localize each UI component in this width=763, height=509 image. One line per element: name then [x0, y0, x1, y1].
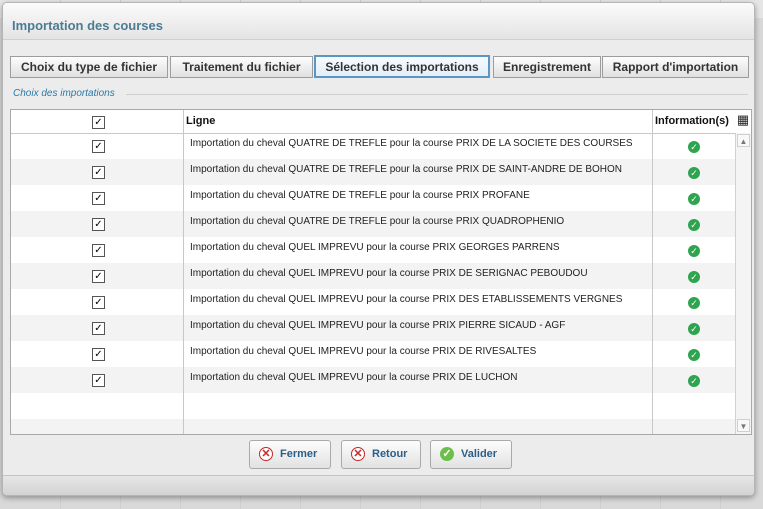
table-row[interactable]: ✓ Importation du cheval QUEL IMPREVU pour… [11, 237, 735, 263]
check-circle-icon: ✓ [688, 297, 700, 309]
grid-header: ✓ Ligne Information(s) ▦ [11, 110, 751, 134]
check-circle-icon: ✓ [688, 193, 700, 205]
column-chooser-icon[interactable]: ▦ [736, 112, 750, 128]
tab-selection-importations[interactable]: Sélection des importations [314, 55, 490, 78]
row-ligne-text: Importation du cheval QUATRE DE TREFLE p… [190, 190, 530, 201]
row-checkbox[interactable]: ✓ [92, 322, 105, 335]
row-ligne-text: Importation du cheval QUEL IMPREVU pour … [190, 346, 537, 357]
fermer-button[interactable]: ✕ Fermer [249, 440, 331, 469]
retour-button[interactable]: ✕ Retour [341, 440, 421, 469]
column-header-information[interactable]: Information(s) [655, 110, 735, 133]
row-ligne-text: Importation du cheval QUATRE DE TREFLE p… [190, 164, 622, 175]
table-row[interactable]: ✓ Importation du cheval QUEL IMPREVU pour… [11, 315, 735, 341]
check-circle-icon: ✓ [688, 219, 700, 231]
check-circle-icon: ✓ [688, 245, 700, 257]
tab-enregistrement[interactable]: Enregistrement [493, 56, 601, 78]
table-row[interactable]: ✓ Importation du cheval QUATRE DE TREFLE … [11, 211, 735, 237]
check-circle-icon: ✓ [688, 323, 700, 335]
column-divider [183, 110, 184, 434]
row-checkbox[interactable]: ✓ [92, 218, 105, 231]
imports-grid: ✓ Ligne Information(s) ▦ ✓ Importation du… [10, 109, 752, 435]
empty-row [11, 393, 735, 419]
check-circle-icon: ✓ [688, 375, 700, 387]
select-all-checkbox[interactable]: ✓ [92, 116, 105, 129]
table-row[interactable]: ✓ Importation du cheval QUATRE DE TREFLE … [11, 185, 735, 211]
scroll-up-icon[interactable]: ▲ [737, 134, 750, 147]
check-circle-icon: ✓ [440, 447, 454, 461]
valider-button[interactable]: ✓ Valider [430, 440, 512, 469]
check-circle-icon: ✓ [688, 141, 700, 153]
row-checkbox[interactable]: ✓ [92, 140, 105, 153]
row-ligne-text: Importation du cheval QUATRE DE TREFLE p… [190, 138, 633, 149]
scroll-down-icon[interactable]: ▼ [737, 419, 750, 432]
row-ligne-text: Importation du cheval QUEL IMPREVU pour … [190, 320, 566, 331]
table-row[interactable]: ✓ Importation du cheval QUATRE DE TREFLE … [11, 159, 735, 185]
column-header-ligne[interactable]: Ligne [186, 110, 215, 133]
dialog-title: Importation des courses [12, 18, 163, 33]
import-dialog: Importation des courses Choix du type de… [2, 2, 755, 496]
section-divider [126, 94, 748, 95]
check-circle-icon: ✓ [688, 167, 700, 179]
tab-rapport-importation[interactable]: Rapport d'importation [602, 56, 749, 78]
table-row[interactable]: ✓ Importation du cheval QUATRE DE TREFLE … [11, 133, 735, 159]
row-ligne-text: Importation du cheval QUATRE DE TREFLE p… [190, 216, 565, 227]
vertical-scrollbar[interactable]: ▲ ▼ [735, 133, 751, 434]
close-circle-icon: ✕ [351, 447, 365, 461]
fermer-button-label: Fermer [280, 448, 318, 460]
check-circle-icon: ✓ [688, 271, 700, 283]
section-label: Choix des importations [13, 88, 115, 99]
dialog-footer [3, 475, 754, 495]
row-ligne-text: Importation du cheval QUEL IMPREVU pour … [190, 294, 623, 305]
tab-choix-type-fichier[interactable]: Choix du type de fichier [10, 56, 168, 78]
table-row[interactable]: ✓ Importation du cheval QUEL IMPREVU pour… [11, 289, 735, 315]
close-circle-icon: ✕ [259, 447, 273, 461]
row-ligne-text: Importation du cheval QUEL IMPREVU pour … [190, 372, 518, 383]
empty-row [11, 419, 735, 434]
row-checkbox[interactable]: ✓ [92, 296, 105, 309]
row-checkbox[interactable]: ✓ [92, 244, 105, 257]
retour-button-label: Retour [372, 448, 408, 460]
table-row[interactable]: ✓ Importation du cheval QUEL IMPREVU pour… [11, 367, 735, 393]
row-checkbox[interactable]: ✓ [92, 270, 105, 283]
valider-button-label: Valider [461, 448, 498, 460]
row-ligne-text: Importation du cheval QUEL IMPREVU pour … [190, 268, 588, 279]
table-row[interactable]: ✓ Importation du cheval QUEL IMPREVU pour… [11, 263, 735, 289]
table-row[interactable]: ✓ Importation du cheval QUEL IMPREVU pour… [11, 341, 735, 367]
row-checkbox[interactable]: ✓ [92, 166, 105, 179]
check-circle-icon: ✓ [688, 349, 700, 361]
dialog-titlebar[interactable]: Importation des courses [3, 3, 754, 40]
row-checkbox[interactable]: ✓ [92, 192, 105, 205]
row-checkbox[interactable]: ✓ [92, 348, 105, 361]
column-divider [652, 110, 653, 434]
row-ligne-text: Importation du cheval QUEL IMPREVU pour … [190, 242, 560, 253]
row-checkbox[interactable]: ✓ [92, 374, 105, 387]
tab-traitement-fichier[interactable]: Traitement du fichier [170, 56, 313, 78]
